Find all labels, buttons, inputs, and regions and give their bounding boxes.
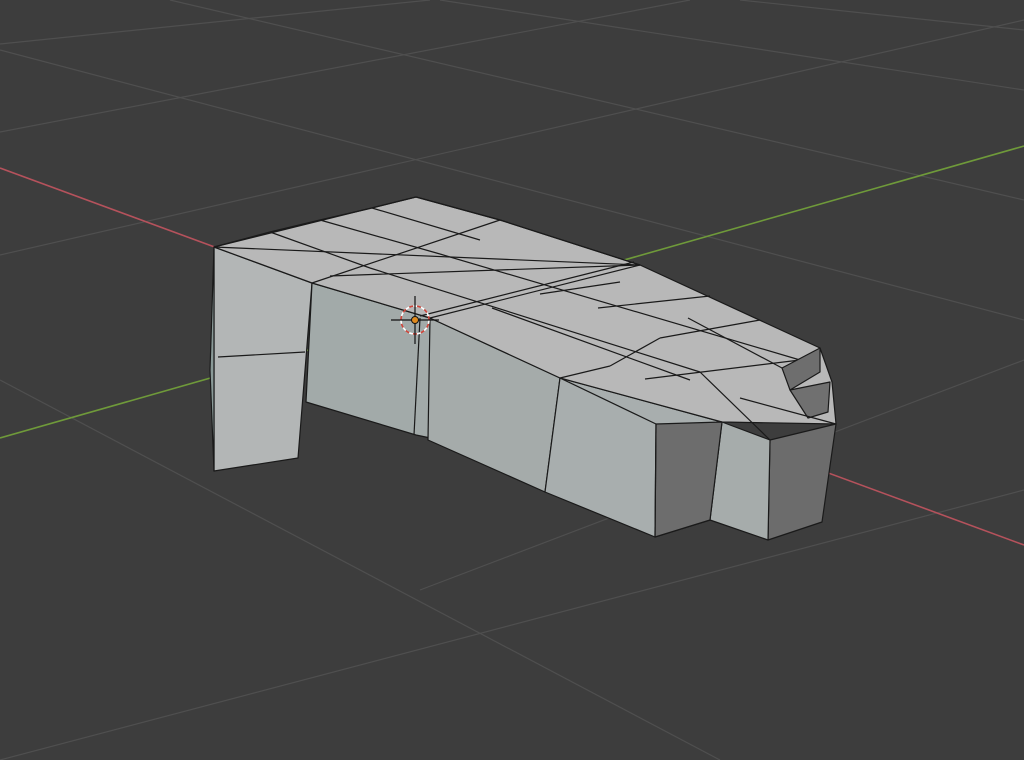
mesh-face — [213, 246, 313, 472]
3d-viewport[interactable] — [0, 0, 1024, 760]
viewport-canvas[interactable] — [0, 0, 1024, 760]
object-origin-icon — [411, 316, 419, 324]
